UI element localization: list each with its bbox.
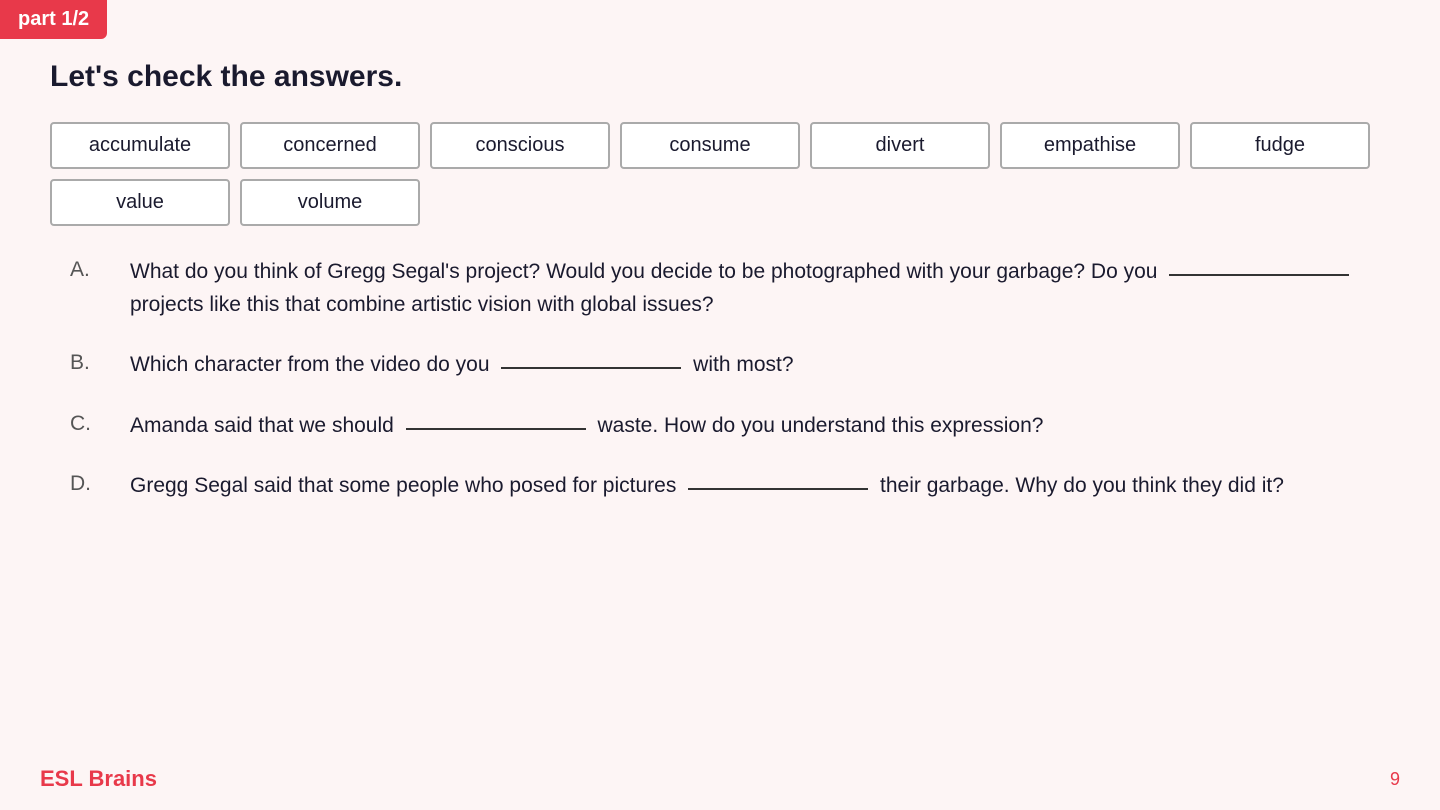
section-title: Let's check the answers. [50, 60, 1400, 94]
word-chip: consume [620, 122, 800, 169]
question-text: Amanda said that we should waste. How do… [130, 410, 1400, 443]
answer-blank [501, 365, 681, 369]
word-chip: accumulate [50, 122, 230, 169]
badge-label: part 1/2 [18, 8, 89, 30]
answer-blank [688, 486, 868, 490]
question-letter: D. [70, 470, 130, 496]
question-text: Gregg Segal said that some people who po… [130, 470, 1400, 503]
word-chip: conscious [430, 122, 610, 169]
word-chip: divert [810, 122, 990, 169]
footer: ESL Brains 9 [40, 766, 1400, 792]
question-item: D.Gregg Segal said that some people who … [70, 470, 1400, 503]
question-text: Which character from the video do you wi… [130, 349, 1400, 382]
main-content: Let's check the answers. accumulateconce… [40, 30, 1400, 750]
page-number: 9 [1390, 769, 1400, 790]
question-letter: B. [70, 349, 130, 375]
page-container: part 1/2 Let's check the answers. accumu… [0, 0, 1440, 810]
answer-blank [1169, 272, 1349, 276]
question-letter: A. [70, 256, 130, 282]
question-item: A.What do you think of Gregg Segal's pro… [70, 256, 1400, 321]
word-chip: fudge [1190, 122, 1370, 169]
question-letter: C. [70, 410, 130, 436]
word-chip: concerned [240, 122, 420, 169]
word-bank: accumulateconcernedconsciousconsumediver… [50, 122, 1400, 226]
answer-blank [406, 426, 586, 430]
questions-section: A.What do you think of Gregg Segal's pro… [70, 256, 1400, 503]
word-chip: value [50, 179, 230, 226]
question-item: C.Amanda said that we should waste. How … [70, 410, 1400, 443]
question-item: B.Which character from the video do you … [70, 349, 1400, 382]
brand-name: ESL Brains [40, 766, 157, 792]
word-chip: empathise [1000, 122, 1180, 169]
question-text: What do you think of Gregg Segal's proje… [130, 256, 1400, 321]
word-chip: volume [240, 179, 420, 226]
